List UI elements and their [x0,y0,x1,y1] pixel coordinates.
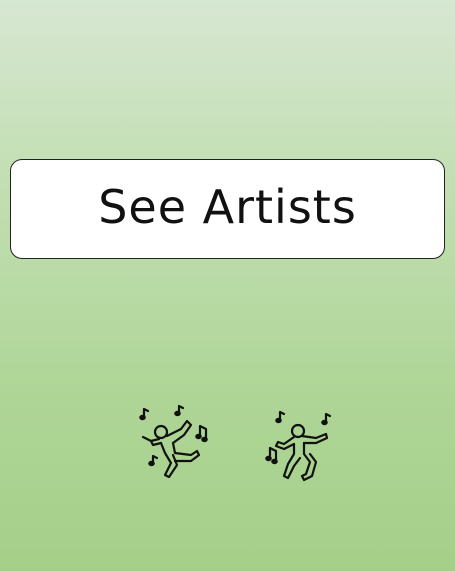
see-artists-label: See Artists [98,180,357,234]
see-artists-button[interactable]: See Artists [10,159,445,259]
dancing-figure-icon [131,403,211,483]
dancing-figure-icon [260,406,340,486]
